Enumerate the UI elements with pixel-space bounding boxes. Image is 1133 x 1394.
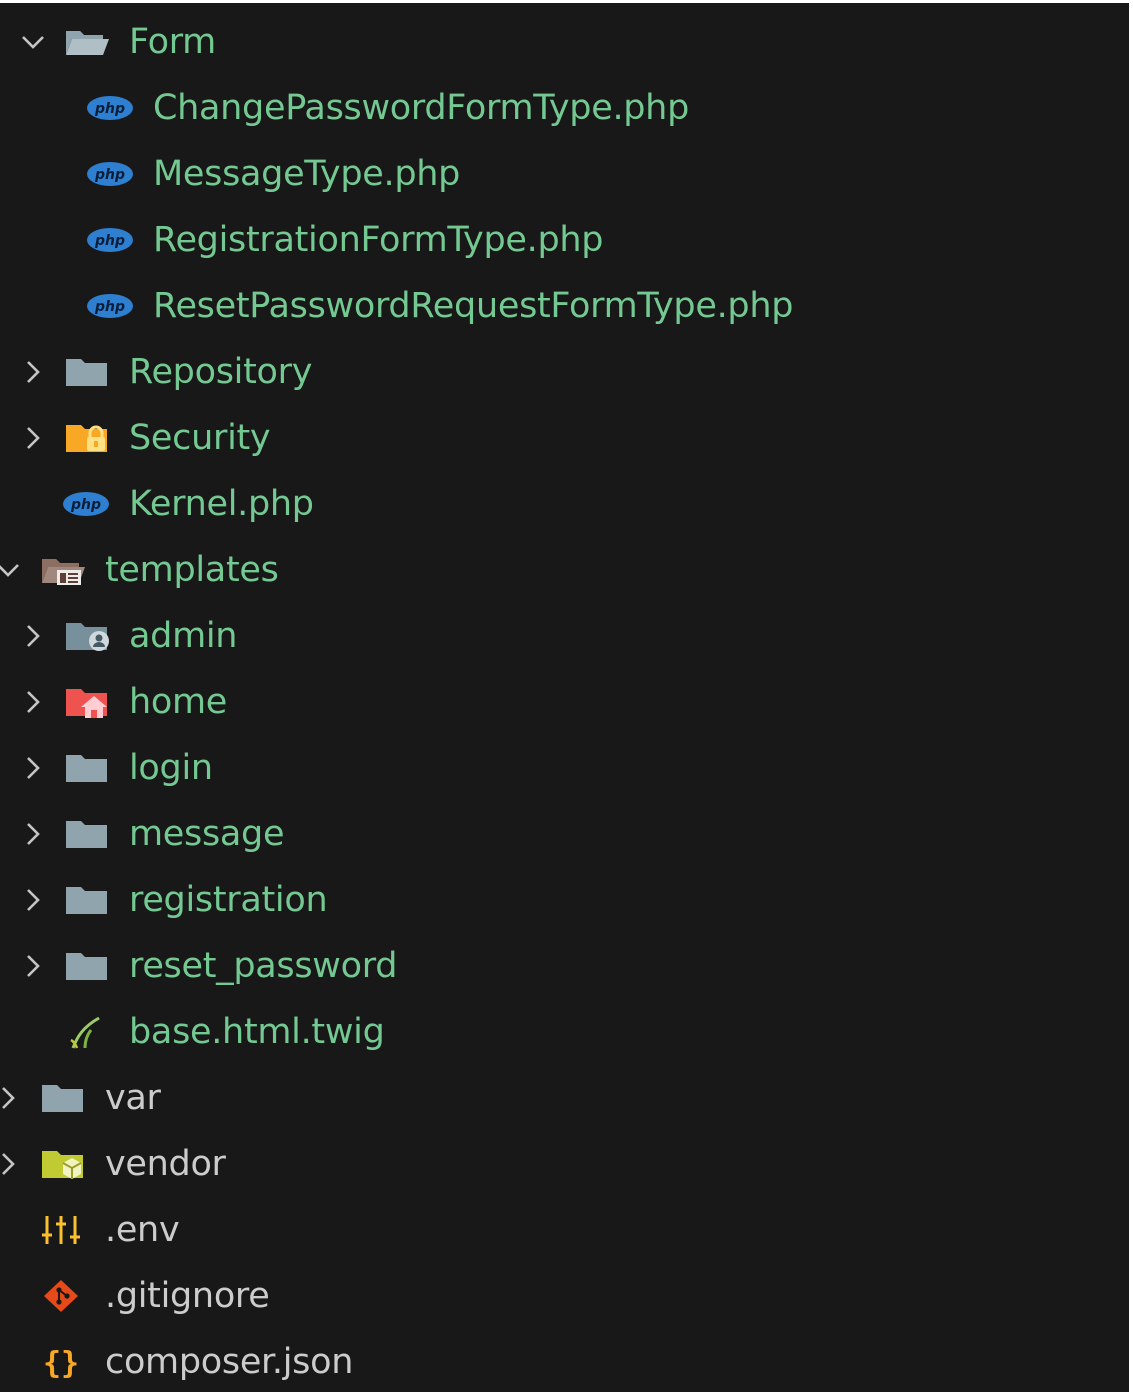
chevron-right-icon xyxy=(27,361,40,383)
folder-templates-open-icon xyxy=(42,559,85,585)
tree-folder-vendor[interactable]: vendor xyxy=(0,1131,1129,1197)
tree-item-label: base.html.twig xyxy=(129,1012,385,1052)
php-icon: php xyxy=(87,228,133,252)
tree-file-php[interactable]: php MessageType.php xyxy=(0,141,1129,207)
env-settings-icon xyxy=(42,1216,80,1244)
chevron-down-icon xyxy=(0,564,19,577)
svg-text:{}: {} xyxy=(43,1346,79,1379)
tree-item-label: message xyxy=(129,814,285,854)
tree-item-label: Form xyxy=(129,22,216,62)
tree-item-label: registration xyxy=(129,880,328,920)
tree-folder-var[interactable]: var xyxy=(0,1065,1129,1131)
tree-file-json[interactable]: {} composer.json xyxy=(0,1329,1129,1392)
chevron-right-icon xyxy=(27,691,40,713)
svg-text:php: php xyxy=(94,233,125,249)
tree-item-label: .env xyxy=(105,1210,180,1250)
folder-home-icon xyxy=(66,689,107,718)
folder-icon xyxy=(66,887,107,914)
tree-folder-repository[interactable]: Repository xyxy=(0,339,1129,405)
twig-icon xyxy=(70,1016,100,1049)
tree-item-label: templates xyxy=(105,550,279,590)
tree-file-env[interactable]: .env xyxy=(0,1197,1129,1263)
chevron-right-icon xyxy=(27,823,40,845)
chevron-down-icon xyxy=(22,36,44,49)
tree-item-label: Security xyxy=(129,418,271,458)
folder-security-icon xyxy=(66,425,107,452)
tree-file-gitignore[interactable]: .gitignore xyxy=(0,1263,1129,1329)
folder-open-icon xyxy=(66,31,109,55)
tree-item-label: ChangePasswordFormType.php xyxy=(153,88,689,128)
chevron-right-icon xyxy=(27,757,40,779)
tree-file-twig[interactable]: base.html.twig xyxy=(0,999,1129,1065)
php-icon: php xyxy=(87,96,133,120)
file-explorer-tree: Form php ChangePasswordFormType.php php … xyxy=(0,0,1131,1392)
tree-item-label: Repository xyxy=(129,352,313,392)
chevron-right-icon xyxy=(27,427,40,449)
tree-folder-message[interactable]: message xyxy=(0,801,1129,867)
tree-item-label: login xyxy=(129,748,213,788)
chevron-right-icon xyxy=(27,955,40,977)
tree-item-label: admin xyxy=(129,616,238,656)
tree-file-php[interactable]: php ChangePasswordFormType.php xyxy=(0,75,1129,141)
chevron-right-icon xyxy=(2,1087,15,1109)
tree-item-label: ResetPasswordRequestFormType.php xyxy=(153,286,794,326)
tree-folder-registration[interactable]: registration xyxy=(0,867,1129,933)
tree-item-label: vendor xyxy=(105,1144,226,1184)
tree-item-label: MessageType.php xyxy=(153,154,461,194)
json-braces-icon: {} xyxy=(43,1346,79,1379)
folder-icon xyxy=(66,755,107,782)
svg-text:php: php xyxy=(94,299,125,315)
folder-icon xyxy=(66,359,107,386)
php-icon: php xyxy=(87,294,133,318)
tree-folder-security[interactable]: Security xyxy=(0,405,1129,471)
tree-item-label: .gitignore xyxy=(105,1276,270,1316)
tree-folder-login[interactable]: login xyxy=(0,735,1129,801)
chevron-right-icon xyxy=(27,625,40,647)
git-icon xyxy=(44,1280,78,1312)
tree-file-php[interactable]: php RegistrationFormType.php xyxy=(0,207,1129,273)
tree-item-label: composer.json xyxy=(105,1342,354,1382)
folder-icon xyxy=(42,1085,83,1112)
php-icon: php xyxy=(87,162,133,186)
tree-item-label: Kernel.php xyxy=(129,484,314,524)
tree-folder-templates[interactable]: templates xyxy=(0,537,1129,603)
tree-file-php[interactable]: php Kernel.php xyxy=(0,471,1129,537)
tree-folder-reset-password[interactable]: reset_password xyxy=(0,933,1129,999)
svg-text:php: php xyxy=(94,101,125,117)
tree-folder-home[interactable]: home xyxy=(0,669,1129,735)
tree-item-label: RegistrationFormType.php xyxy=(153,220,604,260)
tree-folder-form[interactable]: Form xyxy=(0,9,1129,75)
tree-item-label: home xyxy=(129,682,228,722)
tree-file-php[interactable]: php ResetPasswordRequestFormType.php xyxy=(0,273,1129,339)
tree-folder-admin[interactable]: admin xyxy=(0,603,1129,669)
php-icon: php xyxy=(63,492,109,516)
chevron-right-icon xyxy=(2,1153,15,1175)
svg-text:php: php xyxy=(70,497,101,513)
folder-icon xyxy=(66,953,107,980)
folder-vendor-icon xyxy=(42,1151,83,1179)
folder-icon xyxy=(66,821,107,848)
tree-item-label: reset_password xyxy=(129,946,398,986)
folder-admin-icon xyxy=(66,623,109,651)
svg-text:php: php xyxy=(94,167,125,183)
tree-item-label: var xyxy=(105,1078,161,1118)
chevron-right-icon xyxy=(27,889,40,911)
